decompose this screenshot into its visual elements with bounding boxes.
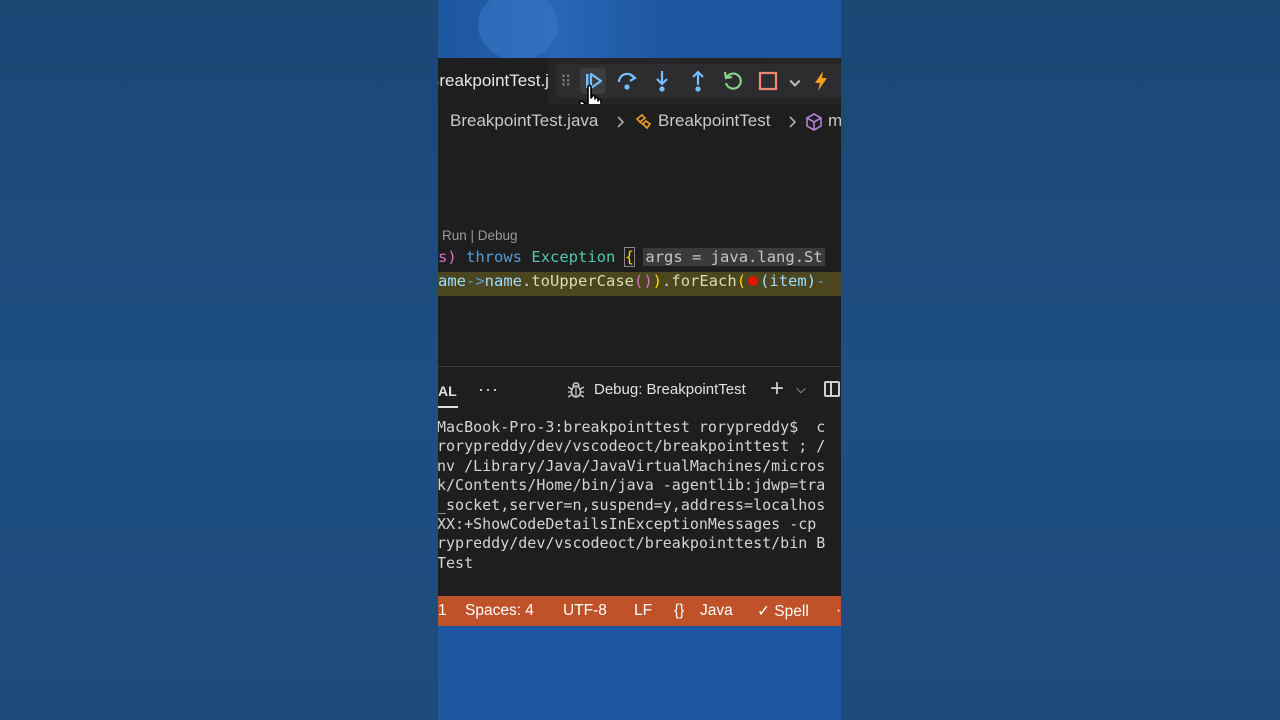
code-touppercase: toUpperCase: [531, 272, 634, 290]
terminal-line: XX:+ShowCodeDetailsInExceptionMessages -…: [438, 515, 826, 534]
active-tab-indicator: [438, 406, 458, 408]
breadcrumb-file[interactable]: BreakpointTest.java: [450, 111, 598, 131]
terminal-line: _socket,server=n,suspend=y,address=local…: [438, 495, 826, 514]
code-arrow: ->: [466, 272, 485, 290]
bug-icon: [567, 382, 585, 398]
codelens-run-debug[interactable]: Run | Debug: [442, 228, 518, 243]
step-out-button[interactable]: [685, 68, 711, 94]
status-bar: 1 Spaces: 4 UTF-8 LF {} Java ✓ Spell ·: [438, 596, 841, 626]
stop-icon: [758, 71, 778, 91]
inline-debug-value: args = java.lang.St: [643, 248, 825, 266]
panel-tab-terminal[interactable]: AL: [438, 383, 457, 399]
code-lambda-param: ame: [438, 272, 466, 290]
tab-bar: BreakpointTest.java ⠿: [438, 58, 841, 117]
more-actions-button[interactable]: ···: [478, 379, 499, 400]
status-language[interactable]: Java: [700, 602, 733, 620]
code-line-current: ame->name.toUpperCase()).forEach((item)-: [438, 272, 841, 296]
status-spell[interactable]: ✓ Spell: [757, 602, 809, 621]
breadcrumb-member[interactable]: m: [828, 111, 841, 131]
code-exception-type: Exception: [531, 248, 616, 266]
stop-dropdown-button[interactable]: [782, 70, 801, 96]
chevron-right-icon: [617, 116, 625, 128]
class-icon: [635, 113, 652, 130]
chevron-down-icon: [789, 79, 801, 87]
code-throws-keyword: throws: [466, 248, 523, 266]
terminal-line: rypreddy/dev/vscodeoct/breakpointtest/bi…: [438, 534, 826, 553]
terminal-line: k/Contents/Home/bin/java -agentlib:jdwp=…: [438, 476, 826, 495]
status-indentation[interactable]: Spaces: 4: [465, 602, 534, 620]
step-over-icon: [617, 72, 637, 90]
terminal-line: MacBook-Pro-3:breakpointtest rorypreddy$…: [438, 418, 826, 436]
breadcrumb-class[interactable]: BreakpointTest: [658, 111, 770, 131]
debug-session-label: Debug: BreakpointTest: [594, 381, 746, 398]
chevron-right-icon: [789, 116, 797, 128]
step-out-icon: [692, 70, 704, 92]
new-terminal-button[interactable]: +: [770, 375, 784, 403]
breadcrumb: BreakpointTest.java BreakpointTest m: [438, 104, 841, 138]
frame-bottom-area: [438, 626, 841, 720]
terminal-line: Test: [438, 553, 474, 572]
code-item-param: (item): [760, 272, 817, 290]
status-line-col[interactable]: 1: [438, 602, 447, 620]
terminal-line: nv /Library/Java/JavaVirtualMachines/mic…: [438, 456, 826, 475]
method-cube-icon: [806, 113, 822, 131]
drag-handle-icon[interactable]: ⠿: [560, 72, 572, 92]
code-name-ref: name: [484, 272, 522, 290]
terminal-line: rorypreddy/dev/vscodeoct/breakpointtest …: [438, 437, 826, 456]
code-line-main: s) throws Exception { args = java.lang.S…: [438, 247, 825, 267]
split-terminal-icon[interactable]: [824, 381, 840, 397]
frame-top-area: [438, 0, 841, 60]
status-eol[interactable]: LF: [634, 602, 652, 620]
stop-button[interactable]: [755, 68, 781, 94]
code-paren: s): [438, 248, 457, 266]
terminal-dropdown-button[interactable]: ⌵: [796, 381, 806, 397]
code-brace: {: [623, 247, 636, 267]
step-into-icon: [656, 71, 668, 92]
panel-header: AL ··· Debug: BreakpointTest + ⌵: [438, 367, 841, 409]
hot-code-replace-button[interactable]: [808, 68, 834, 94]
vscode-window: BreakpointTest.java ⠿: [438, 58, 841, 626]
status-more: ·: [836, 602, 841, 619]
status-language-braces: {}: [674, 602, 685, 619]
status-encoding[interactable]: UTF-8: [563, 602, 607, 620]
editor-tab[interactable]: BreakpointTest.java: [438, 58, 548, 104]
video-frame: BreakpointTest.java ⠿: [438, 0, 841, 720]
restart-button[interactable]: [720, 68, 746, 94]
terminal-output[interactable]: MacBook-Pro-3:breakpointtest rorypreddy$…: [438, 418, 825, 573]
inline-breakpoint-icon[interactable]: [748, 276, 759, 286]
background-left: [0, 0, 438, 720]
lightning-icon: [815, 71, 827, 91]
background-right: [841, 0, 1280, 720]
restart-icon: [723, 71, 742, 90]
editor-tab-label: BreakpointTest.java: [438, 71, 548, 90]
step-over-button[interactable]: [614, 68, 640, 94]
code-foreach: forEach: [671, 272, 737, 290]
step-into-button[interactable]: [649, 68, 675, 94]
